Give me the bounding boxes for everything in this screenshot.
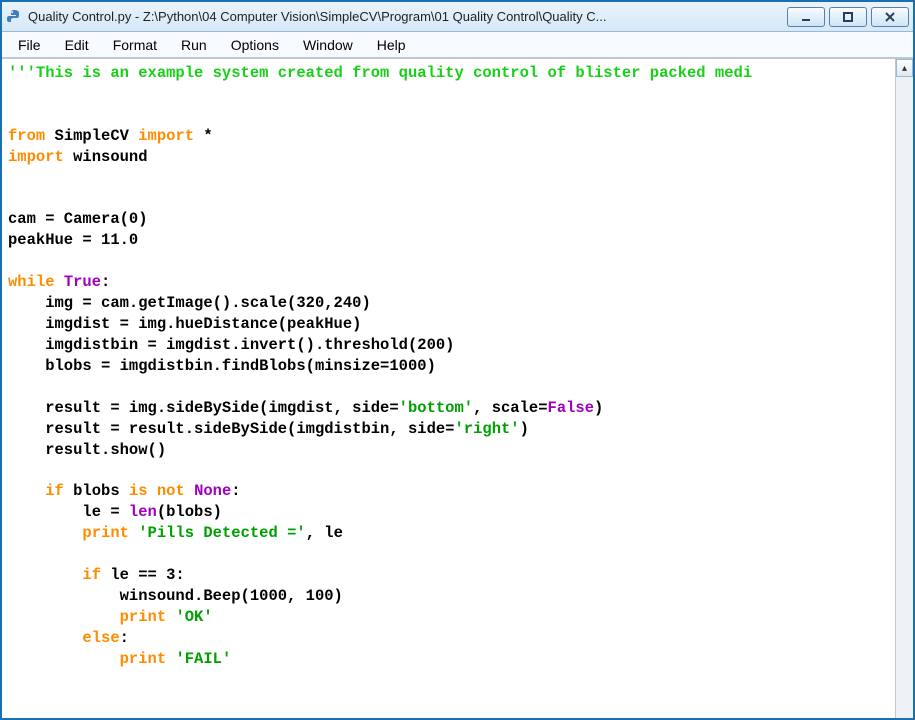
menu-format[interactable]: Format <box>101 34 169 56</box>
code-token: None <box>194 482 231 500</box>
code-line: cam = Camera(0) <box>8 210 148 228</box>
chevron-up-icon: ▴ <box>902 63 907 74</box>
code-token: (blobs) <box>157 503 222 521</box>
code-token <box>8 524 82 542</box>
code-token: : <box>120 629 129 647</box>
code-token: , le <box>306 524 343 542</box>
maximize-button[interactable] <box>829 7 867 27</box>
vertical-scrollbar[interactable]: ▴ <box>895 59 913 718</box>
code-line: winsound.Beep(1000, 100) <box>8 587 343 605</box>
code-token: is <box>129 482 148 500</box>
code-token: ) <box>594 399 603 417</box>
code-token <box>129 524 138 542</box>
code-line: peakHue = 11.0 <box>8 231 138 249</box>
code-line: result.show() <box>8 441 166 459</box>
code-token: import <box>138 127 194 145</box>
code-token: blobs <box>64 482 129 500</box>
code-token: 'Pills Detected =' <box>138 524 305 542</box>
code-token: 'right' <box>454 420 519 438</box>
titlebar: Quality Control.py - Z:\Python\04 Comput… <box>2 2 913 32</box>
menu-file[interactable]: File <box>6 34 53 56</box>
code-token: winsound <box>64 148 148 166</box>
code-token: : <box>101 273 110 291</box>
code-line: blobs = imgdistbin.findBlobs(minsize=100… <box>8 357 436 375</box>
code-editor[interactable]: '''This is an example system created fro… <box>2 59 895 718</box>
code-line: imgdist = img.hueDistance(peakHue) <box>8 315 361 333</box>
code-token: from <box>8 127 45 145</box>
code-token: ) <box>520 420 529 438</box>
window-controls <box>787 7 909 27</box>
code-token: if <box>8 566 101 584</box>
code-token: result = img.sideBySide(imgdist, side= <box>8 399 399 417</box>
code-token: le = <box>8 503 129 521</box>
code-token <box>185 482 194 500</box>
idle-window: Quality Control.py - Z:\Python\04 Comput… <box>0 0 915 720</box>
code-token: if <box>8 482 64 500</box>
code-line: imgdistbin = imgdist.invert().threshold(… <box>8 336 454 354</box>
code-line: img = cam.getImage().scale(320,240) <box>8 294 371 312</box>
code-token: result = result.sideBySide(imgdistbin, s… <box>8 420 454 438</box>
menu-window[interactable]: Window <box>291 34 365 56</box>
code-token: len <box>129 503 157 521</box>
window-title: Quality Control.py - Z:\Python\04 Comput… <box>28 9 787 24</box>
minimize-button[interactable] <box>787 7 825 27</box>
code-token: 'FAIL' <box>175 650 231 668</box>
code-token: 'bottom' <box>399 399 473 417</box>
code-token: 'OK' <box>175 608 212 626</box>
code-token: * <box>194 127 213 145</box>
scroll-up-button[interactable]: ▴ <box>896 59 913 77</box>
menu-run[interactable]: Run <box>169 34 219 56</box>
code-token: print <box>120 608 167 626</box>
code-token: False <box>548 399 595 417</box>
code-token: print <box>82 524 129 542</box>
code-token <box>148 482 157 500</box>
code-token: not <box>157 482 185 500</box>
code-token: else <box>8 629 120 647</box>
code-token: print <box>120 650 167 668</box>
code-token: SimpleCV <box>45 127 138 145</box>
menu-help[interactable]: Help <box>365 34 418 56</box>
code-token <box>8 608 120 626</box>
app-icon <box>6 9 22 25</box>
menu-edit[interactable]: Edit <box>53 34 101 56</box>
code-token: import <box>8 148 64 166</box>
code-token <box>55 273 64 291</box>
menubar: File Edit Format Run Options Window Help <box>2 32 913 58</box>
code-token: True <box>64 273 101 291</box>
code-line: '''This is an example system created fro… <box>8 64 752 82</box>
code-token: le == 3: <box>101 566 185 584</box>
code-token: : <box>231 482 240 500</box>
code-token <box>8 650 120 668</box>
code-token: , scale= <box>473 399 547 417</box>
menu-options[interactable]: Options <box>219 34 291 56</box>
code-token: while <box>8 273 55 291</box>
close-button[interactable] <box>871 7 909 27</box>
editor-area: '''This is an example system created fro… <box>2 58 913 718</box>
